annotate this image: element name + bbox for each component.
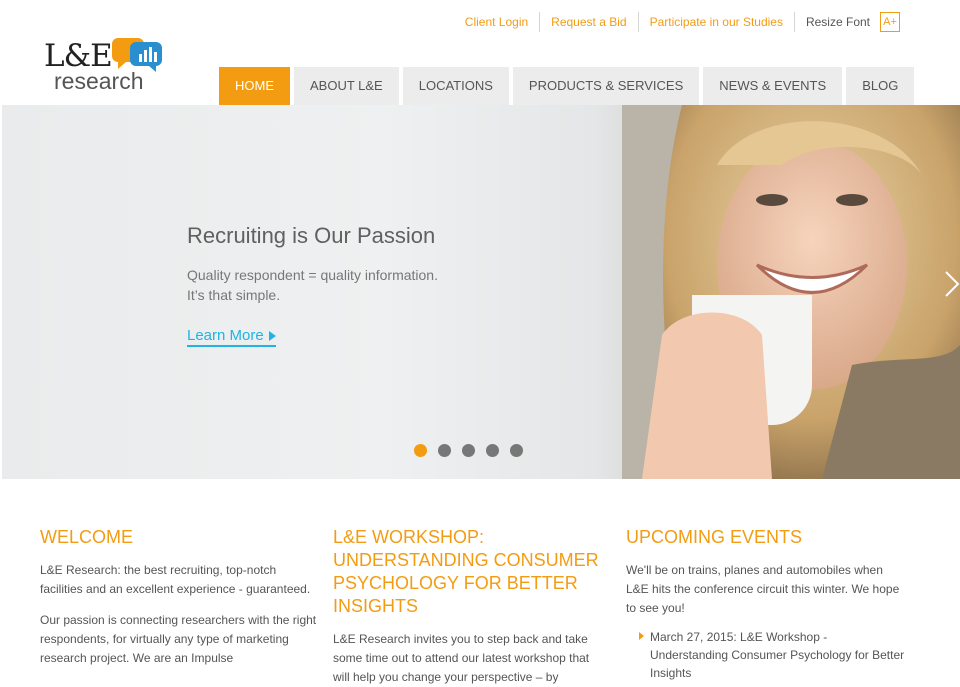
welcome-section: WELCOME L&E Research: the best recruitin… — [40, 526, 320, 668]
welcome-paragraph-1: L&E Research: the best recruiting, top-n… — [40, 563, 311, 596]
workshop-section: L&E WORKSHOP: UNDERSTANDING CONSUMER PSY… — [333, 526, 608, 687]
hero-slider: Recruiting is Our Passion Quality respon… — [2, 105, 960, 479]
resize-font-label: Resize Font — [793, 12, 880, 32]
slider-dot-4[interactable] — [486, 444, 499, 457]
bullet-arrow-icon — [639, 632, 644, 640]
utility-bar: Client Login Request a Bid Participate i… — [454, 12, 900, 32]
slider-dot-5[interactable] — [510, 444, 523, 457]
hero-subtitle: Quality respondent = quality information… — [187, 265, 517, 305]
site-logo[interactable]: L&E research — [44, 36, 174, 98]
nav-item-blog[interactable]: BLOG — [846, 67, 915, 105]
slider-dot-3[interactable] — [462, 444, 475, 457]
learn-more-link[interactable]: Learn More — [187, 327, 276, 347]
hero-subtitle-line1: Quality respondent = quality information… — [187, 267, 438, 283]
events-heading: UPCOMING EVENTS — [626, 527, 803, 547]
play-arrow-icon — [268, 331, 276, 342]
nav-item-locations[interactable]: LOCATIONS — [402, 67, 509, 105]
welcome-paragraph-2: Our passion is connecting researchers wi… — [40, 613, 317, 665]
nav-item-about[interactable]: ABOUT L&E — [294, 67, 399, 105]
resize-font-button[interactable]: A+ — [880, 12, 900, 32]
list-item[interactable]: March 27, 2015: L&E Workshop - Understan… — [626, 628, 906, 682]
participate-link[interactable]: Participate in our Studies — [637, 12, 794, 32]
slider-dots — [414, 444, 534, 457]
hero-woman-photo — [622, 105, 960, 479]
slider-dot-2[interactable] — [438, 444, 451, 457]
workshop-heading[interactable]: L&E WORKSHOP: UNDERSTANDING CONSUMER PSY… — [333, 526, 608, 618]
request-bid-link[interactable]: Request a Bid — [539, 12, 637, 32]
event-text: March 27, 2015: L&E Workshop - Understan… — [650, 630, 905, 680]
main-nav: HOME ABOUT L&E LOCATIONS PRODUCTS & SERV… — [219, 67, 915, 113]
workshop-paragraph: L&E Research invites you to step back an… — [333, 632, 590, 684]
chevron-right-icon[interactable] — [944, 270, 960, 298]
slider-dot-1[interactable] — [414, 444, 427, 457]
client-login-link[interactable]: Client Login — [454, 12, 539, 32]
hero-title: Recruiting is Our Passion — [187, 223, 436, 248]
events-list: March 27, 2015: L&E Workshop - Understan… — [626, 628, 906, 682]
learn-more-label: Learn More — [187, 327, 264, 344]
events-intro: We'll be on trains, planes and automobil… — [626, 563, 900, 615]
hero-subtitle-line2: It’s that simple. — [187, 287, 281, 303]
events-section: UPCOMING EVENTS We'll be on trains, plan… — [626, 526, 906, 682]
nav-item-news-events[interactable]: NEWS & EVENTS — [703, 67, 843, 105]
welcome-heading: WELCOME — [40, 527, 134, 547]
nav-item-home[interactable]: HOME — [219, 67, 290, 113]
speech-bubble-chart-icon — [112, 38, 162, 72]
nav-item-products-services[interactable]: PRODUCTS & SERVICES — [512, 67, 700, 105]
